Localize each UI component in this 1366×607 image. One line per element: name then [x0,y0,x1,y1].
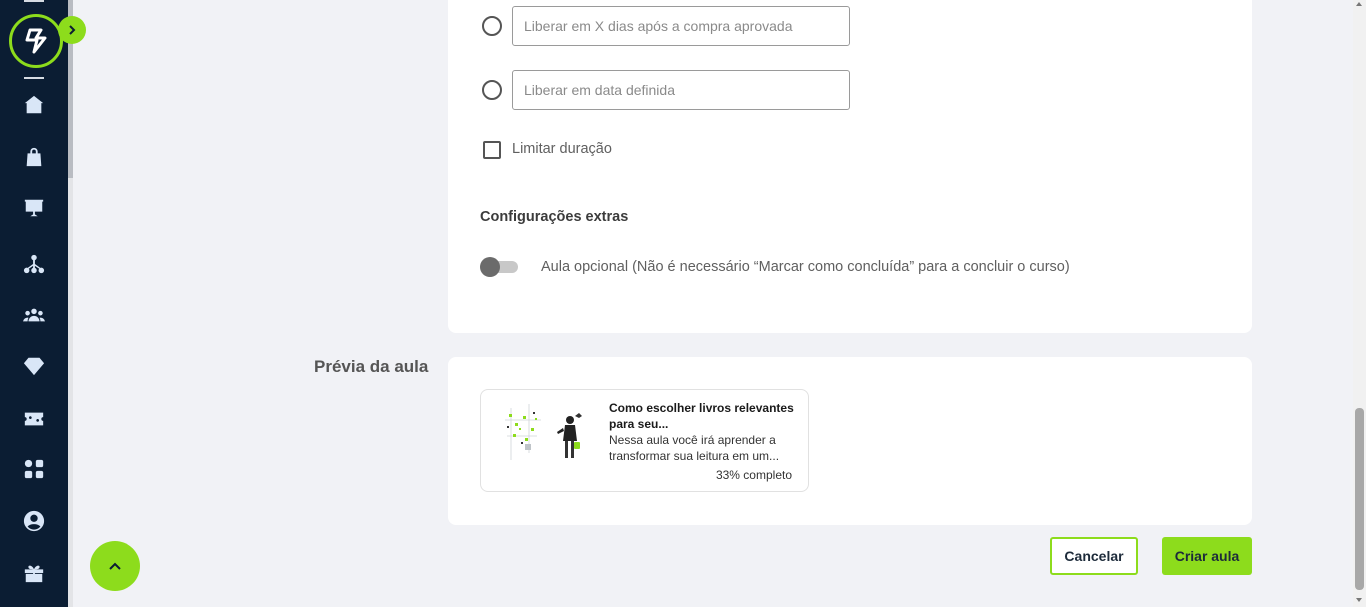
users-icon [23,308,45,322]
scroll-up-arrow-icon[interactable] [1356,2,1362,6]
release-date-input[interactable] [512,70,850,110]
presentation-chart-icon [24,199,44,217]
sidebar-expand-button[interactable] [58,16,86,44]
sidebar-divider [24,77,44,79]
sidebar-scrollbar[interactable] [68,0,73,607]
logo-bolt-icon [25,28,47,54]
sidebar-item-account[interactable] [22,509,46,533]
shopping-bag-icon [26,147,42,167]
lesson-preview-title: Como escolher livros relevantes para seu… [609,401,794,431]
chevron-up-icon [109,562,121,570]
sidebar-divider [24,0,44,2]
sidebar-item-reports[interactable] [22,196,46,220]
lesson-preview-description: Nessa aula você irá aprender a transform… [609,433,780,463]
cancel-button[interactable]: Cancelar [1050,537,1138,575]
chevron-right-icon [69,25,76,35]
sidebar-item-premium[interactable] [22,354,46,378]
release-date-radio[interactable] [482,80,502,100]
diamond-icon [23,357,45,376]
create-lesson-button[interactable]: Criar aula [1162,537,1252,575]
optional-lesson-label: Aula opcional (Não é necessário “Marcar … [541,259,1070,275]
sidebar [0,0,68,607]
gift-icon [24,565,44,583]
scrollbar-thumb[interactable] [1355,408,1364,590]
lesson-thumbnail-illustration [505,404,582,460]
sidebar-item-home[interactable] [22,93,46,117]
optional-lesson-toggle[interactable] [480,257,520,277]
ticket-icon [24,412,44,426]
sidebar-item-products[interactable] [22,145,46,169]
preview-section-label: Prévia da aula [314,357,429,376]
extras-section-title: Configurações extras [480,209,629,225]
release-settings-card: Limitar duração Configurações extras Aul… [448,0,1252,333]
network-icon [23,254,45,274]
sidebar-item-apps[interactable] [22,457,46,481]
sidebar-item-affiliates[interactable] [22,252,46,276]
home-icon [24,95,44,114]
release-days-input[interactable] [512,6,850,46]
scroll-to-top-button[interactable] [90,541,140,591]
scroll-down-arrow-icon[interactable] [1356,598,1362,602]
release-days-radio[interactable] [482,16,502,36]
page-scrollbar[interactable] [1353,0,1366,607]
lesson-preview-progress: 33% completo [715,468,792,482]
sidebar-item-rewards[interactable] [22,561,46,585]
apps-grid-icon [24,459,44,479]
limit-duration-checkbox[interactable] [483,141,501,159]
brand-logo[interactable] [9,14,63,68]
account-circle-icon [23,510,45,532]
limit-duration-label: Limitar duração [512,141,612,157]
lesson-preview-card[interactable]: Como escolher livros relevantes para seu… [480,389,809,492]
sidebar-item-members[interactable] [22,303,46,327]
sidebar-item-coupons[interactable] [22,407,46,431]
